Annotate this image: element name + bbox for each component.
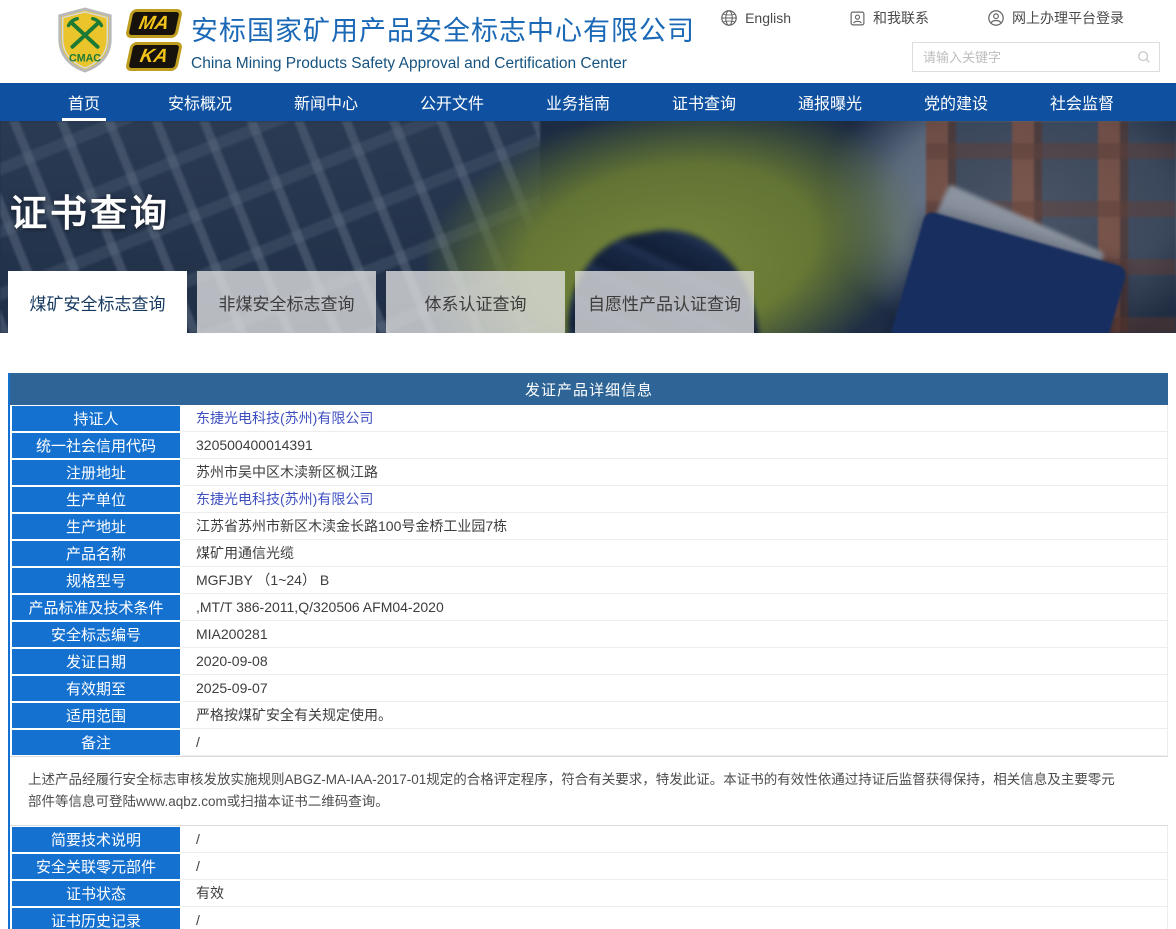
row-label: 简要技术说明 — [10, 826, 182, 853]
row-label: 产品标准及技术条件 — [10, 594, 182, 621]
nav-item-supervision[interactable]: 社会监督 — [1050, 83, 1114, 121]
row-label: 生产单位 — [10, 486, 182, 513]
row-value: / — [182, 826, 1168, 853]
user-circle-icon — [987, 9, 1005, 27]
table-row: 简要技术说明 / — [10, 826, 1168, 853]
cmac-shield-logo: CMAC — [54, 7, 116, 73]
certificate-statement: 上述产品经履行安全标志审核发放实施规则ABGZ-MA-IAA-2017-01规定… — [10, 756, 1168, 826]
site-title-en: China Mining Products Safety Approval an… — [191, 55, 695, 73]
table-row: 证书历史记录 / — [10, 907, 1168, 929]
table-row: 安全标志编号 MIA200281 — [10, 621, 1168, 648]
table-row: 适用范围 严格按煤矿安全有关规定使用。 — [10, 702, 1168, 729]
table-row: 注册地址 苏州市吴中区木渎新区枫江路 — [10, 459, 1168, 486]
row-label: 适用范围 — [10, 702, 182, 729]
cmac-label: CMAC — [69, 52, 101, 64]
row-label: 产品名称 — [10, 540, 182, 567]
logo-group: CMAC MA KA — [54, 7, 180, 73]
table-row: 生产单位 东捷光电科技(苏州)有限公司 — [10, 486, 1168, 513]
table-row: 产品标准及技术条件 ,MT/T 386-2011,Q/320506 AFM04-… — [10, 594, 1168, 621]
table-row: 规格型号 MGFJBY （1~24） B — [10, 567, 1168, 594]
contact-link-label: 和我联系 — [873, 8, 929, 28]
row-value: / — [182, 729, 1168, 756]
row-value: 2020-09-08 — [182, 648, 1168, 675]
hero-banner: 证书查询 煤矿安全标志查询 非煤安全标志查询 体系认证查询 自愿性产品认证查询 — [0, 121, 1176, 333]
nav-item-cert-query[interactable]: 证书查询 — [672, 83, 736, 121]
site-titles: 安标国家矿用产品安全标志中心有限公司 China Mining Products… — [191, 9, 695, 73]
platform-login-link[interactable]: 网上办理平台登录 — [987, 8, 1124, 28]
site-header: CMAC MA KA 安标国家矿用产品安全标志中心有限公司 China Mini… — [0, 0, 1176, 83]
row-label: 生产地址 — [10, 513, 182, 540]
table-row: 产品名称 煤矿用通信光缆 — [10, 540, 1168, 567]
row-label: 备注 — [10, 729, 182, 756]
row-value: / — [182, 907, 1168, 929]
ka-badge: KA — [125, 42, 183, 71]
nav-item-overview[interactable]: 安标概况 — [168, 83, 232, 121]
certificate-holder-link[interactable]: 东捷光电科技(苏州)有限公司 — [182, 405, 1168, 432]
table-row: 发证日期 2020-09-08 — [10, 648, 1168, 675]
row-label: 有效期至 — [10, 675, 182, 702]
tab-voluntary-cert[interactable]: 自愿性产品认证查询 — [575, 271, 754, 333]
row-label: 持证人 — [10, 405, 182, 432]
row-value: ,MT/T 386-2011,Q/320506 AFM04-2020 — [182, 594, 1168, 621]
certificate-status: 有效 — [182, 880, 1168, 907]
nav-item-documents[interactable]: 公开文件 — [420, 83, 484, 121]
platform-login-label: 网上办理平台登录 — [1012, 8, 1124, 28]
row-label: 证书历史记录 — [10, 907, 182, 929]
row-label: 安全关联零元部件 — [10, 853, 182, 880]
row-label: 统一社会信用代码 — [10, 432, 182, 459]
table-row: 备注 / — [10, 729, 1168, 756]
table-row: 证书状态 有效 — [10, 880, 1168, 907]
row-value: 煤矿用通信光缆 — [182, 540, 1168, 567]
english-link-label: English — [745, 10, 791, 26]
page-title: 证书查询 — [10, 183, 170, 237]
search-input[interactable] — [913, 50, 1129, 65]
table-row: 安全关联零元部件 / — [10, 853, 1168, 880]
ma-badge: MA — [125, 9, 183, 38]
tab-non-coal-mark[interactable]: 非煤安全标志查询 — [197, 271, 376, 333]
row-value: / — [182, 853, 1168, 880]
table-row: 生产地址 江苏省苏州市新区木渎金长路100号金桥工业园7栋 — [10, 513, 1168, 540]
site-title-cn: 安标国家矿用产品安全标志中心有限公司 — [191, 9, 695, 48]
table-row: 统一社会信用代码 320500400014391 — [10, 432, 1168, 459]
row-label: 规格型号 — [10, 567, 182, 594]
contact-link[interactable]: 和我联系 — [849, 8, 929, 28]
tab-system-cert[interactable]: 体系认证查询 — [386, 271, 565, 333]
nav-item-guide[interactable]: 业务指南 — [546, 83, 610, 121]
detail-title: 发证产品详细信息 — [10, 373, 1168, 405]
row-value: 2025-09-07 — [182, 675, 1168, 702]
table-row: 有效期至 2025-09-07 — [10, 675, 1168, 702]
search-button[interactable] — [1129, 43, 1159, 71]
row-label: 发证日期 — [10, 648, 182, 675]
main-nav: 首页 安标概况 新闻中心 公开文件 业务指南 证书查询 通报曝光 党的建设 社会… — [0, 83, 1176, 121]
search-box — [912, 42, 1160, 72]
nav-item-exposure[interactable]: 通报曝光 — [798, 83, 862, 121]
search-icon — [1137, 50, 1151, 64]
row-value: 320500400014391 — [182, 432, 1168, 459]
manufacturer-link[interactable]: 东捷光电科技(苏州)有限公司 — [182, 486, 1168, 513]
nav-item-home[interactable]: 首页 — [62, 83, 106, 121]
nav-item-news[interactable]: 新闻中心 — [294, 83, 358, 121]
row-value: 严格按煤矿安全有关规定使用。 — [182, 702, 1168, 729]
query-tabs: 煤矿安全标志查询 非煤安全标志查询 体系认证查询 自愿性产品认证查询 — [8, 271, 754, 333]
row-value: MGFJBY （1~24） B — [182, 567, 1168, 594]
tab-coal-mine-mark[interactable]: 煤矿安全标志查询 — [8, 271, 187, 333]
nav-item-party[interactable]: 党的建设 — [924, 83, 988, 121]
top-links: English 和我联系 网上办理平台登录 — [720, 8, 1124, 28]
english-link[interactable]: English — [720, 9, 791, 27]
certificate-detail: 发证产品详细信息 持证人 东捷光电科技(苏州)有限公司 统一社会信用代码 320… — [8, 373, 1168, 929]
maka-logo: MA KA — [128, 9, 180, 71]
row-label: 注册地址 — [10, 459, 182, 486]
table-row: 持证人 东捷光电科技(苏州)有限公司 — [10, 405, 1168, 432]
contact-card-icon — [849, 10, 866, 27]
row-value: MIA200281 — [182, 621, 1168, 648]
row-value: 苏州市吴中区木渎新区枫江路 — [182, 459, 1168, 486]
row-label: 证书状态 — [10, 880, 182, 907]
globe-icon — [720, 9, 738, 27]
row-value: 江苏省苏州市新区木渎金长路100号金桥工业园7栋 — [182, 513, 1168, 540]
row-label: 安全标志编号 — [10, 621, 182, 648]
